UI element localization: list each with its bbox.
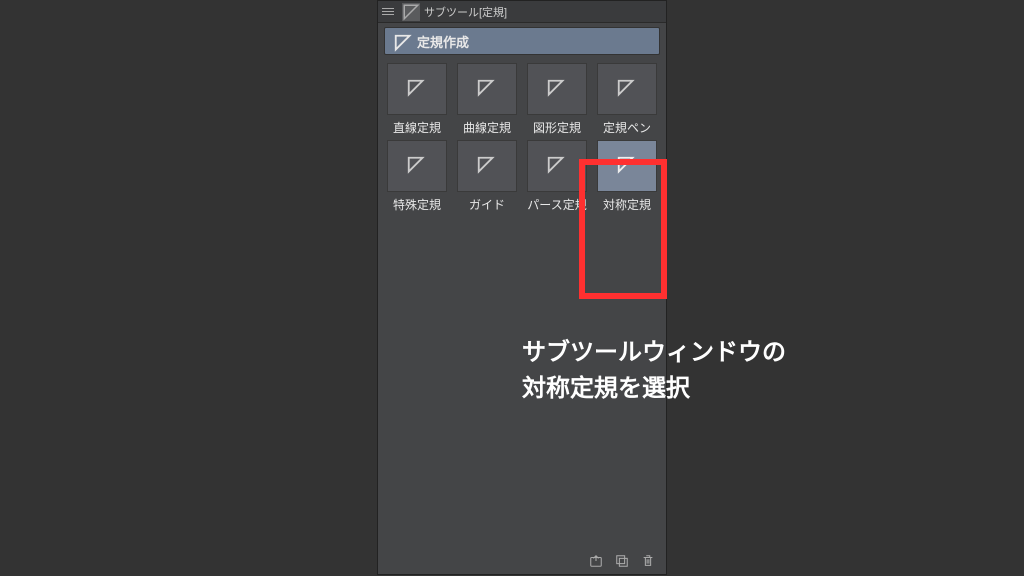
tool-label: 定規ペン — [603, 119, 651, 136]
tool-label: 特殊定規 — [393, 196, 441, 213]
ruler-icon — [527, 63, 587, 115]
ruler-icon — [457, 63, 517, 115]
tool-label: ガイド — [469, 196, 505, 213]
export-icon[interactable] — [588, 553, 604, 569]
tool-label: 曲線定規 — [463, 119, 511, 136]
tool-label: 直線定規 — [393, 119, 441, 136]
tool-curve-ruler[interactable]: 曲線定規 — [454, 63, 520, 136]
tool-symmetry-ruler[interactable]: 対称定規 — [594, 140, 660, 213]
panel-header: サブツール[定規] — [378, 1, 666, 23]
ruler-icon — [597, 63, 657, 115]
ruler-icon — [387, 140, 447, 192]
ruler-icon — [597, 140, 657, 192]
tool-label: 図形定規 — [533, 119, 581, 136]
tool-straight-ruler[interactable]: 直線定規 — [384, 63, 450, 136]
ruler-icon — [393, 33, 409, 49]
panel-title: サブツール[定規] — [424, 4, 507, 20]
annotation-line2: 対称定規を選択 — [522, 371, 786, 407]
ruler-icon — [527, 140, 587, 192]
ruler-header-icon — [402, 3, 420, 21]
subtool-panel: サブツール[定規] 定規作成 直線定規 曲線定規 図形定規 — [377, 0, 667, 575]
tool-label: 対称定規 — [603, 196, 651, 213]
annotation-line1: サブツールウィンドウの — [522, 335, 786, 371]
category-label: 定規作成 — [417, 32, 469, 51]
tool-grid: 直線定規 曲線定規 図形定規 定規ペン 特殊定規 — [378, 63, 666, 213]
tool-guide[interactable]: ガイド — [454, 140, 520, 213]
tool-label: パース定規 — [527, 196, 586, 213]
tool-special-ruler[interactable]: 特殊定規 — [384, 140, 450, 213]
duplicate-icon[interactable] — [614, 553, 630, 569]
annotation-text: サブツールウィンドウの 対称定規を選択 — [522, 335, 786, 407]
panel-footer — [578, 548, 666, 574]
tool-shape-ruler[interactable]: 図形定規 — [524, 63, 590, 136]
trash-icon[interactable] — [640, 553, 656, 569]
menu-icon[interactable] — [382, 4, 398, 20]
tool-ruler-pen[interactable]: 定規ペン — [594, 63, 660, 136]
ruler-icon — [457, 140, 517, 192]
tool-perspective-ruler[interactable]: パース定規 — [524, 140, 590, 213]
category-tab[interactable]: 定規作成 — [384, 27, 660, 55]
ruler-icon — [387, 63, 447, 115]
